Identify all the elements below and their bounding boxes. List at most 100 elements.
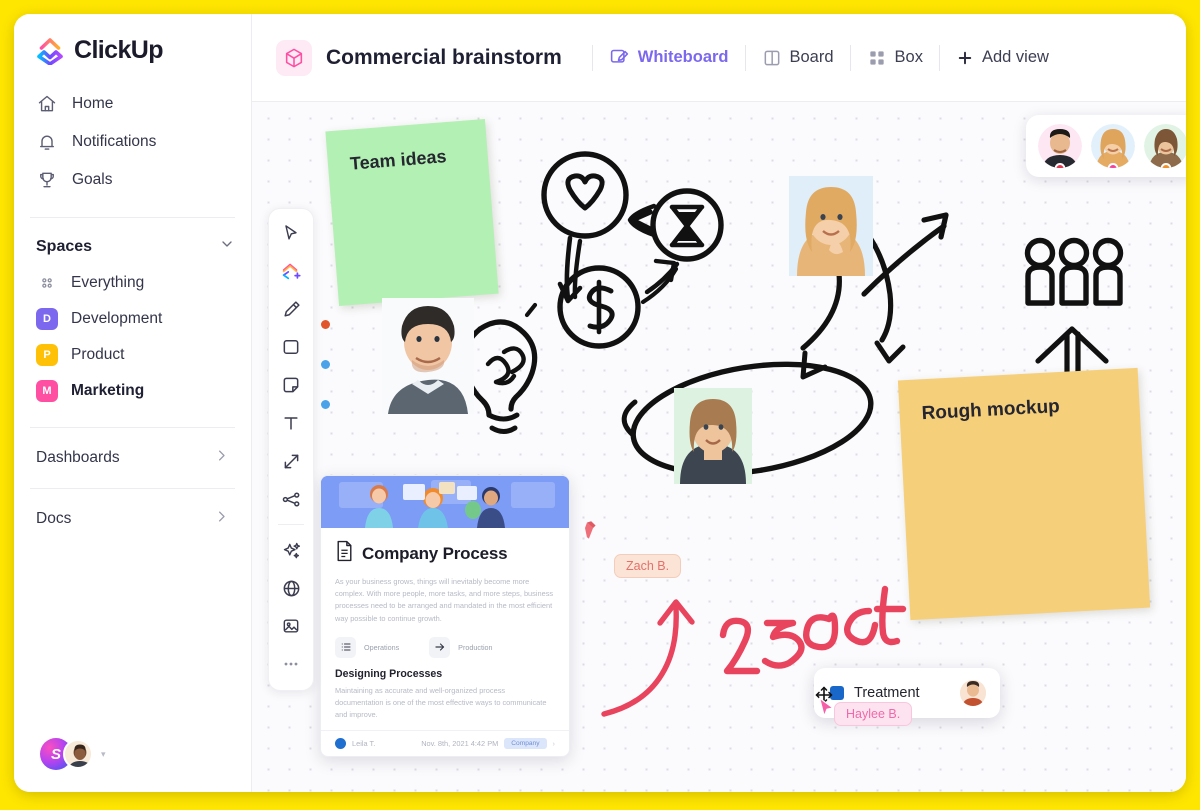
brand-logo[interactable]: ClickUp: [14, 14, 251, 81]
avatar[interactable]: [960, 680, 986, 706]
chevron-down-icon[interactable]: [219, 236, 235, 257]
divider: [849, 44, 851, 71]
avatar: [335, 737, 346, 749]
space-badge-product: P: [36, 344, 58, 366]
doc-paragraph: As your business grows, things will inev…: [335, 577, 554, 623]
spaces-header[interactable]: Spaces: [14, 224, 251, 265]
task-label: Treatment: [854, 685, 920, 701]
add-view-button[interactable]: Add view: [954, 44, 1051, 71]
divider: [278, 524, 304, 525]
doc-tag: Company: [504, 737, 547, 749]
sidebar-item-development[interactable]: D Development: [26, 301, 239, 337]
doc-chip-label: Operations: [364, 642, 400, 652]
tab-label: Box: [894, 48, 923, 66]
doc-sub-paragraph: Maintaining as accurate and well-organiz…: [335, 685, 547, 720]
whiteboard-canvas[interactable]: 25 oct: [252, 102, 1186, 792]
embed-tool[interactable]: [273, 570, 309, 606]
presence-avatars[interactable]: [1026, 115, 1186, 177]
sidebar-item-label: Home: [72, 95, 114, 112]
sidebar-item-marketing[interactable]: M Marketing: [26, 373, 239, 409]
chevron-right-icon: [214, 509, 229, 529]
presence-dot-2: [321, 360, 330, 369]
spaces-header-label: Spaces: [36, 237, 93, 255]
doc-chip-label: Production: [458, 642, 493, 652]
brand-name: ClickUp: [74, 36, 163, 64]
sidebar-item-label: Everything: [71, 274, 145, 291]
primary-nav: Home Notifications Goals: [14, 81, 251, 211]
sidebar-item-product[interactable]: P Product: [26, 337, 239, 373]
space-badge-development: D: [36, 308, 58, 330]
status-badge: [1107, 163, 1119, 168]
rectangle-tool[interactable]: [273, 329, 309, 365]
red-curve-arrow: [601, 599, 695, 717]
magic-tool[interactable]: [273, 532, 309, 568]
sidebar-item-dashboards[interactable]: Dashboards: [14, 434, 251, 482]
text-tool[interactable]: [273, 405, 309, 441]
chevron-right-icon[interactable]: ›: [553, 739, 555, 748]
divider: [744, 44, 746, 71]
mindmap-tool[interactable]: [273, 481, 309, 517]
avatar[interactable]: [63, 739, 93, 769]
sticky-note-text: Team ideas: [349, 146, 448, 174]
image-tool[interactable]: [273, 608, 309, 644]
tab-label: Whiteboard: [637, 48, 729, 66]
select-cursor-tool[interactable]: [273, 215, 309, 251]
pen-tool[interactable]: [273, 291, 309, 327]
divider: [30, 217, 235, 218]
document-card-company-process[interactable]: Company Process As your business grows, …: [320, 475, 570, 757]
avatar[interactable]: [1144, 124, 1186, 168]
sidebar-item-docs[interactable]: Docs: [14, 495, 251, 543]
plus-icon: [956, 49, 974, 67]
photo-cutout-man[interactable]: [382, 298, 474, 414]
arrow-right-icon: [429, 636, 451, 658]
home-icon: [36, 93, 58, 115]
sidebar-item-label: Notifications: [72, 133, 157, 150]
doc-chip-production[interactable]: Production: [429, 636, 493, 658]
sidebar-footer: S ▾: [14, 738, 251, 792]
sticky-note-rough-mockup[interactable]: Rough mockup: [897, 367, 1151, 621]
sidebar-item-home[interactable]: Home: [26, 85, 239, 123]
sidebar-item-label: Goals: [72, 171, 113, 188]
sidebar-item-goals[interactable]: Goals: [26, 161, 239, 199]
photo-cutout-blonde-woman[interactable]: [789, 176, 873, 276]
sidebar-item-notifications[interactable]: Notifications: [26, 123, 239, 161]
doc-hero-illustration: [321, 476, 569, 528]
sidebar-item-everything[interactable]: Everything: [26, 265, 239, 301]
avatar[interactable]: [1038, 124, 1082, 168]
shapes-tool[interactable]: [273, 253, 309, 289]
board-icon: [762, 48, 782, 68]
divider: [938, 44, 940, 71]
more-tool[interactable]: [273, 646, 309, 682]
doc-page-icon: [335, 540, 354, 567]
photo-cutout-woman-circled[interactable]: [674, 388, 752, 484]
collaborator-label-zach: Zach B.: [614, 554, 682, 578]
tab-board[interactable]: Board: [760, 44, 836, 72]
whiteboard-icon: [609, 47, 630, 68]
doc-author: Leila T.: [352, 738, 376, 748]
space-badge-marketing: M: [36, 380, 58, 402]
tab-box[interactable]: Box: [865, 44, 925, 72]
sidebar-item-label: Product: [71, 346, 125, 363]
trophy-icon: [36, 169, 58, 191]
page-title: Commercial brainstorm: [326, 45, 562, 69]
sidebar-item-label: Development: [71, 310, 163, 327]
tab-whiteboard[interactable]: Whiteboard: [607, 43, 731, 72]
pen-cursor-zach: [584, 520, 606, 549]
doc-title-row: Company Process: [335, 540, 555, 567]
doc-timestamp: Nov. 8th, 2021 4:42 PM: [421, 738, 499, 748]
chevron-down-icon[interactable]: ▾: [101, 749, 106, 760]
sticky-note-team-ideas[interactable]: Team ideas: [325, 118, 499, 307]
bell-icon: [36, 131, 58, 153]
avatar[interactable]: [1091, 124, 1135, 168]
sidebar-item-label: Dashboards: [36, 449, 120, 466]
tab-label: Board: [789, 48, 834, 66]
chevron-right-icon: [214, 448, 229, 468]
connector-tool[interactable]: [273, 443, 309, 479]
collaborator-label-haylee: Haylee B.: [834, 702, 913, 726]
status-badge: [1054, 163, 1066, 168]
divider: [30, 488, 235, 489]
grid-dots-icon: [36, 272, 58, 294]
presence-dot-3: [321, 400, 330, 409]
doc-chip-operations[interactable]: Operations: [335, 636, 400, 658]
sticky-note-tool[interactable]: [273, 367, 309, 403]
